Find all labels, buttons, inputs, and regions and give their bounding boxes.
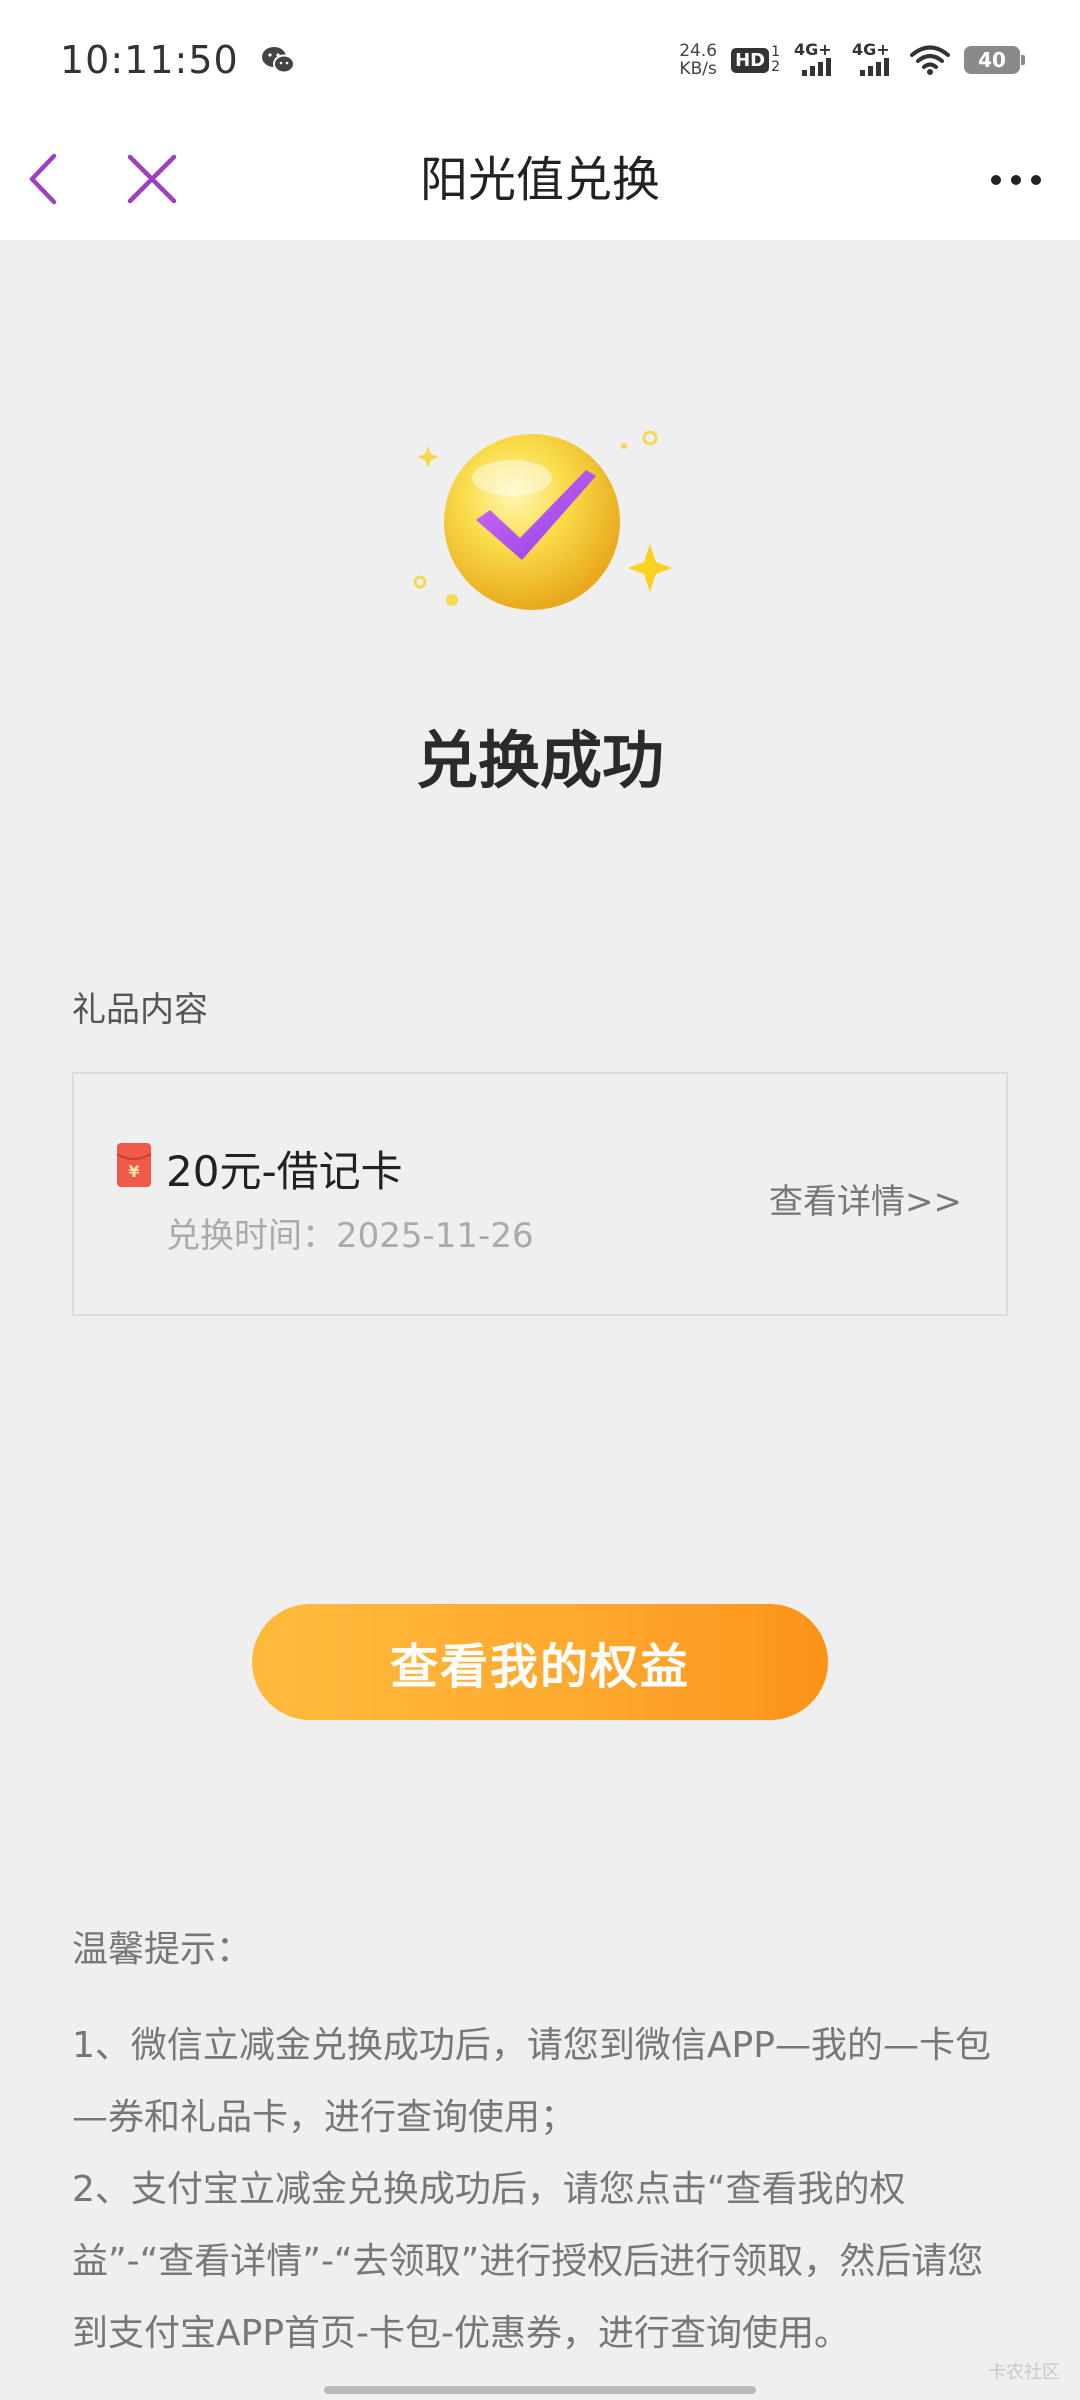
hd-sub: 1 2 [771,45,780,75]
hd-label: HD [731,47,770,73]
network-speed: 24.6 KB/s [679,42,717,78]
network-speed-unit: KB/s [679,59,717,79]
page-title: 阳光值兑换 [419,152,660,208]
tips-title: 温馨提示： [72,1929,253,1970]
home-indicator[interactable] [324,2386,756,2394]
gift-icon-symbol: ¥ [128,1162,139,1181]
hd-voice-badge: HD 1 2 [731,45,780,75]
sim2-label: 4G+ [852,40,890,59]
success-title: 兑换成功 [415,724,664,797]
hd-sub-top: 1 [771,44,780,60]
navigation-bar: 阳光值兑换 [0,120,1080,240]
sim1-label: 4G+ [794,40,832,59]
wechat-icon [261,47,295,74]
battery-icon: 40 [964,46,1025,74]
more-dots-icon[interactable] [988,160,1044,200]
hd-sub-bottom: 2 [771,59,780,75]
tips-body: 1、微信立减金兑换成功后，请您到微信APP—我的—卡包—券和礼品卡，进行查询使用… [72,2010,1012,2370]
gift-name: 20元-借记卡 [166,1147,403,1196]
view-detail-link[interactable]: 查看详情>> [769,1174,962,1223]
red-envelope-icon: ¥ [116,1143,152,1187]
checkmark-badge-icon [413,430,672,610]
network-speed-value: 24.6 [679,41,718,61]
gift-card: ¥ 20元-借记卡 兑换时间：2025-11-26 查看详情>> [72,1072,1008,1316]
status-indicators: 24.6 KB/s HD 1 2 4G+ 4G+ 40 [679,40,1025,78]
view-my-benefits-button[interactable]: 查看我的权益 [252,1604,828,1720]
wifi-icon [910,45,950,75]
tips-line-1: 1、微信立减金兑换成功后，请您到微信APP—我的—卡包—券和礼品卡，进行查询使用… [72,2025,991,2138]
gift-section-label: 礼品内容 [72,990,208,1030]
battery-level: 40 [978,48,1006,72]
gift-exchange-time: 兑换时间：2025-11-26 [166,1216,534,1256]
status-time: 10:11:50 [60,38,239,82]
signal-sim2-icon: 4G+ [852,40,896,78]
watermark: 卡农社区 [988,2362,1060,2383]
tips-line-2: 2、支付宝立减金兑换成功后，请您点击“查看我的权益”-“查看详情”-“去领取”进… [72,2169,984,2354]
signal-sim1-icon: 4G+ [794,40,838,78]
status-bar: 10:11:50 24.6 KB/s HD 1 2 4G+ 4G+ 40 [0,0,1080,120]
